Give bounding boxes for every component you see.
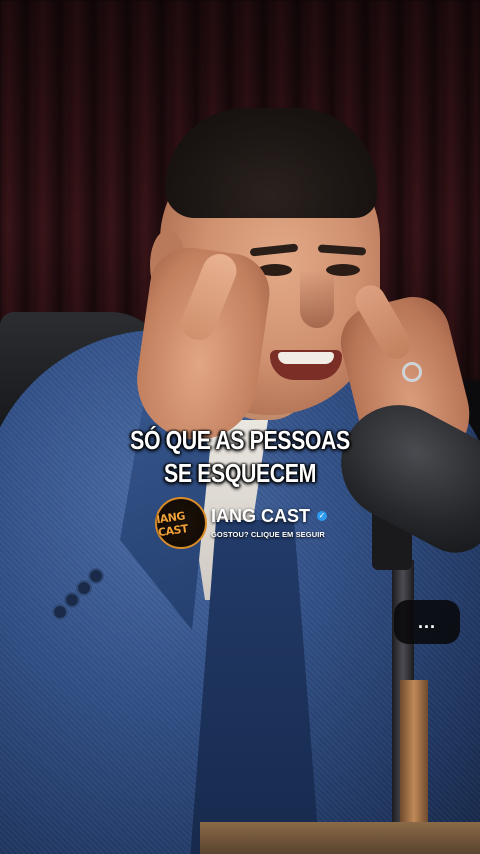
caption-line-1: SÓ QUE AS PESSOAS: [130, 425, 350, 455]
ring: [402, 362, 422, 382]
channel-subtitle: GOSTOU? CLIQUE EM SEGUIR: [211, 530, 325, 539]
channel-logo[interactable]: IANG CAST: [155, 497, 207, 549]
more-options-button[interactable]: ...: [394, 600, 460, 644]
caption-line-2: SE ESQUECEM: [164, 458, 316, 488]
hair: [165, 108, 377, 218]
channel-badge[interactable]: IANG CAST IANG CAST ✓ GOSTOU? CLIQUE EM …: [155, 497, 345, 549]
channel-name[interactable]: IANG CAST: [211, 506, 310, 527]
sleeve-buttons: [52, 560, 112, 620]
teeth: [278, 352, 334, 364]
nose: [300, 270, 334, 328]
channel-logo-text: IANG CAST: [155, 509, 189, 540]
verified-icon: ✓: [317, 511, 327, 521]
more-options-label: ...: [417, 611, 436, 632]
desk: [200, 822, 480, 854]
